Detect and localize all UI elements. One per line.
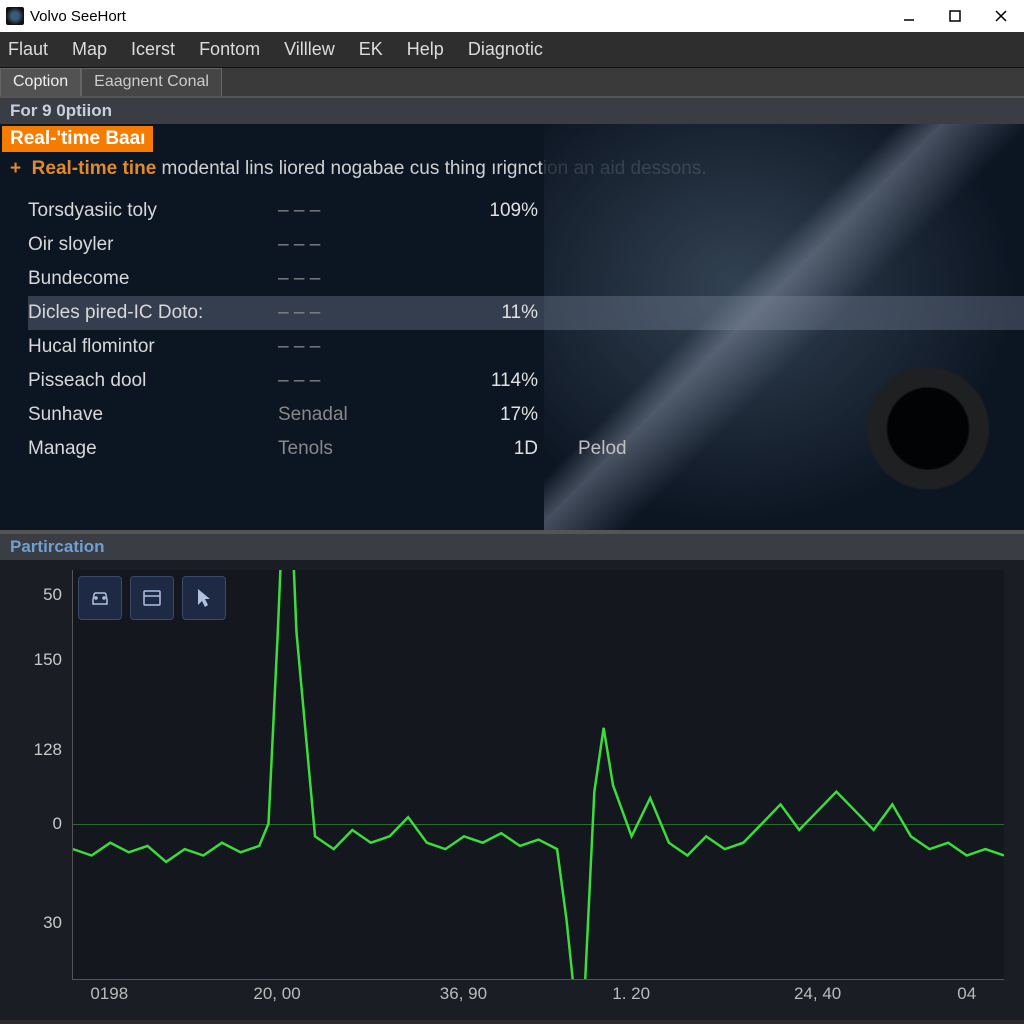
menu-diagnotic[interactable]: Diagnotic	[468, 39, 543, 60]
table-row[interactable]: Oir sloyler– – –	[28, 228, 1024, 262]
expand-plus-icon[interactable]: +	[10, 158, 21, 179]
table-cell: – – –	[278, 302, 428, 324]
table-cell: – – –	[278, 234, 428, 256]
x-tick-label: 36, 90	[440, 984, 487, 1004]
close-icon	[994, 9, 1008, 23]
main-panel: Real-'time Baaı + Real-time tine modenta…	[0, 124, 1024, 534]
menu-villlew[interactable]: Villlew	[284, 39, 335, 60]
menu-flaut[interactable]: Flaut	[8, 39, 48, 60]
table-cell: Manage	[28, 438, 278, 460]
chart-toolbar	[78, 576, 226, 620]
window-controls	[886, 0, 1024, 32]
y-tick-label: 0	[53, 814, 62, 834]
table-cell: – – –	[278, 200, 428, 222]
table-row[interactable]: Hucal flomintor– – –	[28, 330, 1024, 364]
table-row[interactable]: Pisseach dool– – –114%	[28, 364, 1024, 398]
tabbar: CoptionEaagnent Conal	[0, 68, 1024, 98]
table-cell: 1D	[428, 438, 538, 460]
x-tick-label: 04	[957, 984, 976, 1004]
window-titlebar: Volvo SeeHort	[0, 0, 1024, 32]
table-cell: Oir sloyler	[28, 234, 278, 256]
table-row[interactable]: Dicles pired-IC Doto:– – –11%	[28, 296, 1024, 330]
cursor-icon[interactable]	[182, 576, 226, 620]
car-front-icon[interactable]	[78, 576, 122, 620]
table-cell: Senadal	[278, 404, 428, 426]
tab-coption[interactable]: Coption	[0, 68, 81, 96]
x-tick-label: 0198	[90, 984, 128, 1004]
x-tick-label: 20, 00	[253, 984, 300, 1004]
table-cell: 114%	[428, 370, 538, 392]
tab-eaagnent-conal[interactable]: Eaagnent Conal	[81, 68, 222, 96]
y-tick-label: 50	[43, 585, 62, 605]
table-cell: 109%	[428, 200, 538, 222]
table-cell: – – –	[278, 268, 428, 290]
chart-plot-area[interactable]	[72, 570, 1004, 980]
y-tick-label: 30	[43, 913, 62, 933]
table-row[interactable]: Torsdyasiic toly– – –109%	[28, 194, 1024, 228]
realtime-badge: Real-'time Baaı	[2, 126, 153, 152]
chart-title: Partircation	[0, 534, 1024, 560]
table-cell: 11%	[428, 302, 538, 324]
menu-map[interactable]: Map	[72, 39, 107, 60]
section-header: For 9 0ptiion	[0, 98, 1024, 124]
x-tick-label: 24, 40	[794, 984, 841, 1004]
table-cell: Pelod	[538, 438, 658, 460]
table-row[interactable]: Bundecome– – –	[28, 262, 1024, 296]
panel-icon[interactable]	[130, 576, 174, 620]
chart-panel: 50150128030 019820, 0036, 901. 2024, 400…	[0, 560, 1024, 1020]
minimize-button[interactable]	[886, 0, 932, 32]
chart-y-axis: 50 150 128 0 30	[16, 570, 66, 980]
table-cell: – – –	[278, 336, 428, 358]
table-cell: Tenols	[278, 438, 428, 460]
menu-help[interactable]: Help	[407, 39, 444, 60]
table-cell: – – –	[278, 370, 428, 392]
table-cell: Torsdyasiic toly	[28, 200, 278, 222]
app-icon	[6, 7, 24, 25]
table-cell: Bundecome	[28, 268, 278, 290]
close-button[interactable]	[978, 0, 1024, 32]
y-tick-label: 128	[34, 740, 62, 760]
table-cell: 17%	[428, 404, 538, 426]
table-cell: Sunhave	[28, 404, 278, 426]
window-title: Volvo SeeHort	[30, 8, 886, 25]
menubar: Flaut Map Icerst Fontom Villlew EK Help Diagnot…	[0, 32, 1024, 68]
table-cell: Pisseach dool	[28, 370, 278, 392]
parameter-table: Torsdyasiic toly– – –109%Oir sloyler– – …	[0, 190, 1024, 466]
realtime-lead: Real-time tine	[32, 158, 157, 179]
menu-icerst[interactable]: Icerst	[131, 39, 175, 60]
menu-ek[interactable]: EK	[359, 39, 383, 60]
x-tick-label: 1. 20	[612, 984, 650, 1004]
table-cell: Dicles pired-IC Doto:	[28, 302, 278, 324]
maximize-button[interactable]	[932, 0, 978, 32]
table-row[interactable]: SunhaveSenadal17%	[28, 398, 1024, 432]
table-row[interactable]: ManageTenols1DPelod	[28, 432, 1024, 466]
chart-x-axis: 0198 20, 00 36, 90 1. 20 24, 40 04	[72, 984, 1004, 1010]
chart-trace	[73, 570, 1004, 979]
table-cell: Hucal flomintor	[28, 336, 278, 358]
maximize-icon	[948, 9, 962, 23]
menu-fontom[interactable]: Fontom	[199, 39, 260, 60]
y-tick-label: 150	[34, 650, 62, 670]
minimize-icon	[902, 9, 916, 23]
